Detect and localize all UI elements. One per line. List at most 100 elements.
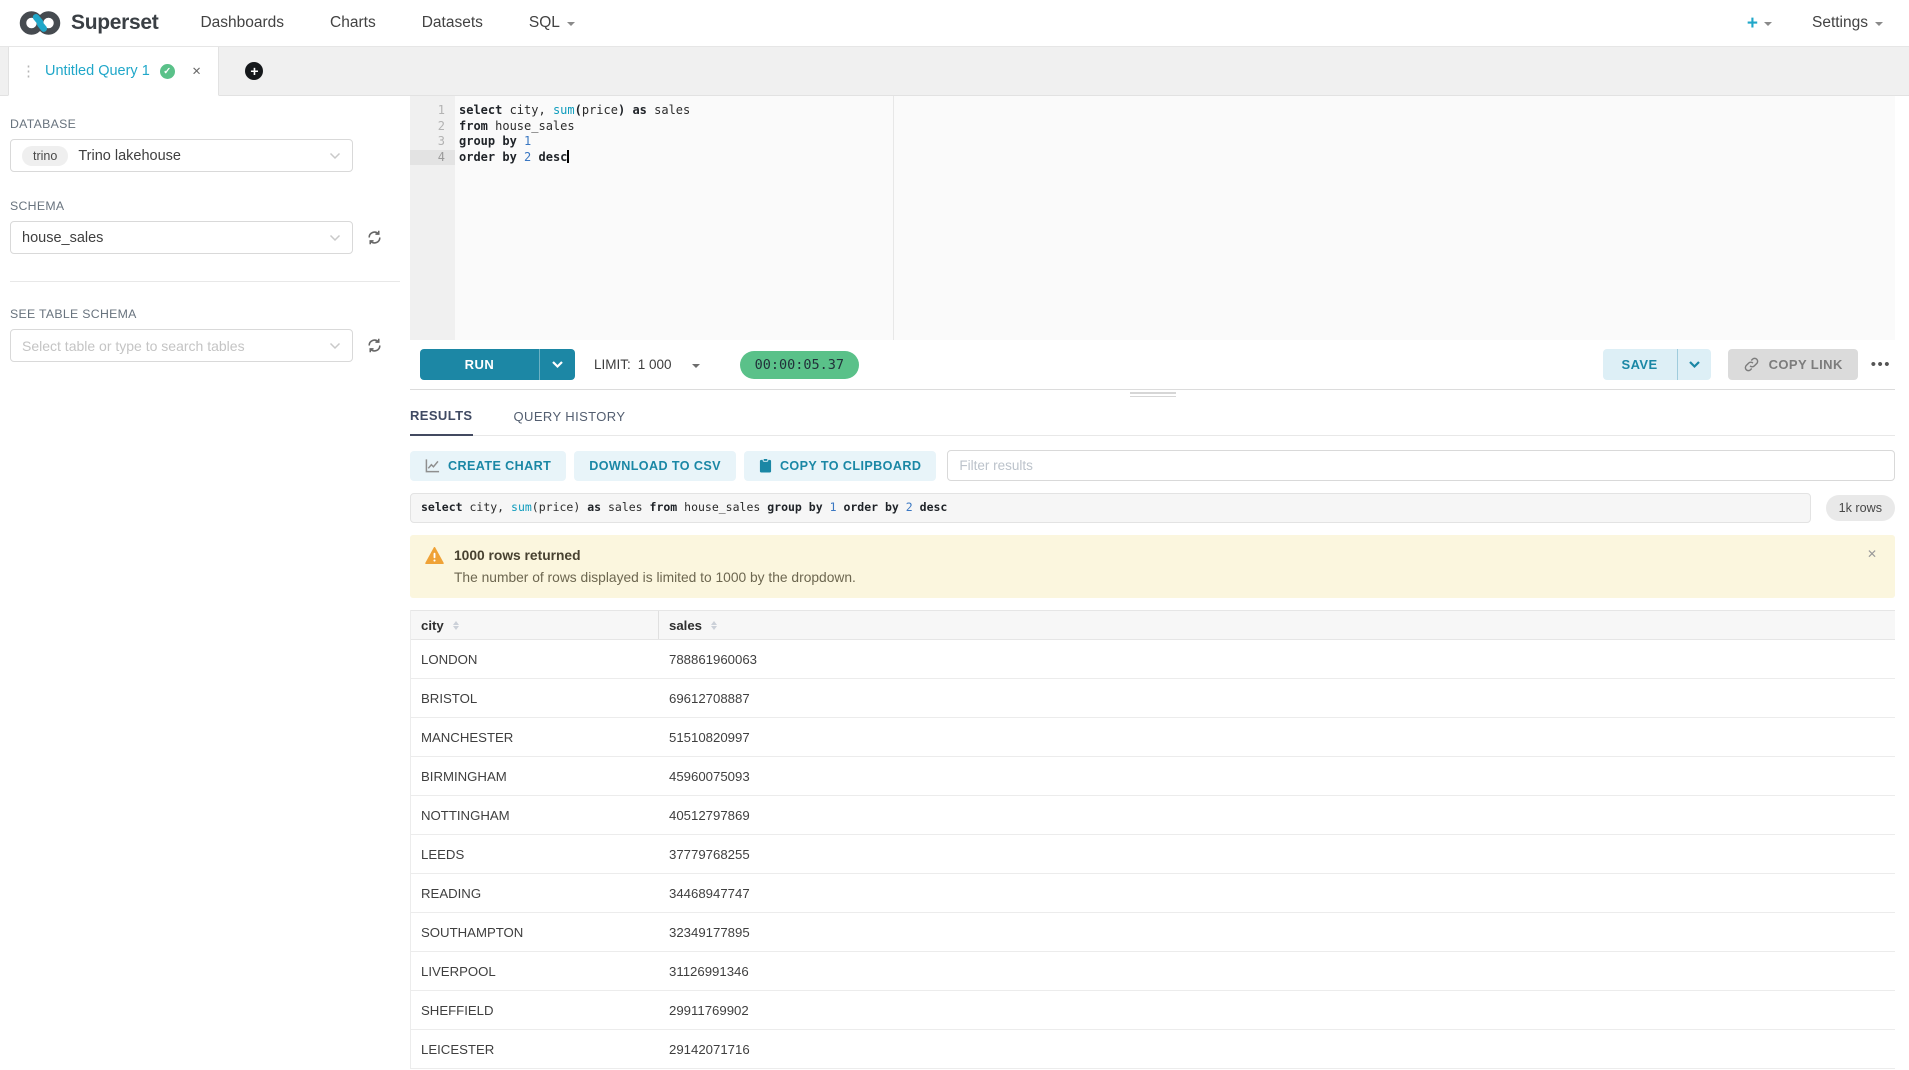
database-select[interactable]: trino Trino lakehouse — [10, 139, 353, 172]
download-csv-label: DOWNLOAD TO CSV — [589, 459, 721, 473]
run-options-button[interactable] — [539, 349, 575, 380]
editor-toolbar: RUN LIMIT: 1 000 00:00:05.37 SAVE — [410, 340, 1895, 390]
superset-logo[interactable]: Superset — [18, 8, 158, 38]
chevron-down-icon — [1688, 360, 1701, 369]
table-cell: SOUTHAMPTON — [411, 925, 659, 940]
more-actions-button[interactable]: ••• — [1871, 356, 1891, 373]
table-cell: 40512797869 — [659, 808, 1895, 823]
table-cell: BRISTOL — [411, 691, 659, 706]
chevron-down-icon — [1764, 22, 1772, 26]
table-row: BIRMINGHAM45960075093 — [411, 757, 1895, 796]
chevron-down-icon — [567, 22, 575, 26]
main-menu: Dashboards Charts Datasets SQL — [200, 14, 574, 32]
tab-untitled-query[interactable]: ⋮ Untitled Query 1 ✓ ✕ — [8, 47, 219, 96]
sort-icon — [453, 621, 459, 630]
alert-body: The number of rows displayed is limited … — [454, 570, 1879, 585]
table-cell: 788861960063 — [659, 652, 1895, 667]
sidebar-divider — [10, 281, 400, 282]
close-tab-icon[interactable]: ✕ — [192, 64, 202, 78]
rows-limit-alert: 1000 rows returned The number of rows di… — [410, 535, 1895, 598]
editor-code[interactable]: select city, sum(price) as salesfrom hou… — [455, 96, 1895, 340]
nav-dashboards[interactable]: Dashboards — [200, 14, 284, 32]
table-cell: 31126991346 — [659, 964, 1895, 979]
column-label: sales — [669, 618, 702, 633]
code-line: group by 1 — [459, 134, 1895, 150]
database-label: DATABASE — [10, 117, 410, 131]
table-header: city sales — [411, 610, 1895, 640]
table-cell: SHEFFIELD — [411, 1003, 659, 1018]
table-cell: 29142071716 — [659, 1042, 1895, 1057]
code-line: from house_sales — [459, 119, 1895, 135]
nav-charts[interactable]: Charts — [330, 14, 376, 32]
sql-editor[interactable]: 1234 select city, sum(price) as salesfro… — [410, 96, 1895, 340]
tab-title: Untitled Query 1 — [45, 63, 150, 79]
table-cell: NOTTINGHAM — [411, 808, 659, 823]
editor-gutter: 1234 — [410, 96, 455, 340]
limit-label: LIMIT: — [594, 357, 631, 372]
filter-results-input[interactable] — [947, 450, 1895, 481]
create-chart-button[interactable]: CREATE CHART — [410, 451, 566, 481]
query-timer: 00:00:05.37 — [740, 351, 859, 379]
refresh-icon — [366, 229, 383, 246]
add-tab-button[interactable]: + — [245, 62, 263, 80]
drag-handle-icon: ⋮ — [21, 62, 35, 80]
copy-link-button[interactable]: COPY LINK — [1728, 349, 1858, 380]
query-success-icon: ✓ — [160, 64, 175, 79]
schema-select[interactable]: house_sales — [10, 221, 353, 254]
table-row: LIVERPOOL31126991346 — [411, 952, 1895, 991]
close-alert-icon[interactable]: ✕ — [1867, 547, 1877, 561]
code-line: select city, sum(price) as sales — [459, 103, 1895, 119]
column-header-city[interactable]: city — [411, 611, 659, 639]
copy-clipboard-button[interactable]: COPY TO CLIPBOARD — [744, 451, 936, 481]
copy-link-label: COPY LINK — [1769, 357, 1843, 372]
table-cell: READING — [411, 886, 659, 901]
chevron-down-icon — [329, 342, 341, 350]
new-item-button[interactable]: + — [1747, 14, 1772, 33]
table-schema-label: SEE TABLE SCHEMA — [10, 307, 410, 321]
chevron-down-icon — [1875, 22, 1883, 26]
table-select-placeholder: Select table or type to search tables — [22, 338, 245, 354]
text-cursor — [567, 150, 569, 163]
schema-label: SCHEMA — [10, 199, 410, 213]
line-number: 4 — [410, 150, 455, 166]
save-options-button[interactable] — [1677, 349, 1711, 380]
run-button-label[interactable]: RUN — [420, 349, 539, 380]
refresh-schemas-button[interactable] — [366, 229, 383, 246]
download-csv-button[interactable]: DOWNLOAD TO CSV — [574, 451, 736, 481]
nav-sql[interactable]: SQL — [529, 14, 575, 32]
table-cell: LIVERPOOL — [411, 964, 659, 979]
chart-icon — [425, 458, 440, 473]
tab-query-history[interactable]: QUERY HISTORY — [514, 409, 626, 435]
save-button[interactable]: SAVE — [1603, 349, 1711, 380]
table-row: READING34468947747 — [411, 874, 1895, 913]
table-cell: 32349177895 — [659, 925, 1895, 940]
nav-datasets[interactable]: Datasets — [422, 14, 483, 32]
line-number: 2 — [410, 119, 455, 135]
clipboard-icon — [759, 458, 772, 473]
sql-lab-sidebar: DATABASE trino Trino lakehouse SCHEMA ho… — [0, 96, 410, 1070]
table-row: BRISTOL69612708887 — [411, 679, 1895, 718]
column-header-sales[interactable]: sales — [659, 611, 1895, 639]
code-line: order by 2 desc — [459, 150, 1895, 166]
results-tab-bar: RESULTS QUERY HISTORY — [410, 399, 1895, 436]
limit-dropdown[interactable]: LIMIT: 1 000 — [594, 357, 700, 372]
print-margin-line — [893, 96, 894, 340]
table-cell: BIRMINGHAM — [411, 769, 659, 784]
top-navbar: Superset Dashboards Charts Datasets SQL … — [0, 0, 1909, 47]
refresh-icon — [366, 337, 383, 354]
table-body: LONDON788861960063BRISTOL69612708887MANC… — [411, 640, 1895, 1069]
table-row: LONDON788861960063 — [411, 640, 1895, 679]
table-row: NOTTINGHAM40512797869 — [411, 796, 1895, 835]
resize-handle[interactable] — [410, 390, 1895, 399]
table-cell: 29911769902 — [659, 1003, 1895, 1018]
table-cell: 34468947747 — [659, 886, 1895, 901]
chevron-down-icon — [329, 234, 341, 242]
results-table: city sales LONDON788861960063BRISTOL6961… — [410, 610, 1895, 1069]
tab-results[interactable]: RESULTS — [410, 408, 473, 436]
refresh-tables-button[interactable] — [366, 337, 383, 354]
table-select[interactable]: Select table or type to search tables — [10, 329, 353, 362]
run-button[interactable]: RUN — [420, 349, 575, 380]
settings-menu[interactable]: Settings — [1812, 14, 1883, 32]
limit-value: 1 000 — [638, 357, 672, 372]
save-button-label[interactable]: SAVE — [1603, 349, 1677, 380]
